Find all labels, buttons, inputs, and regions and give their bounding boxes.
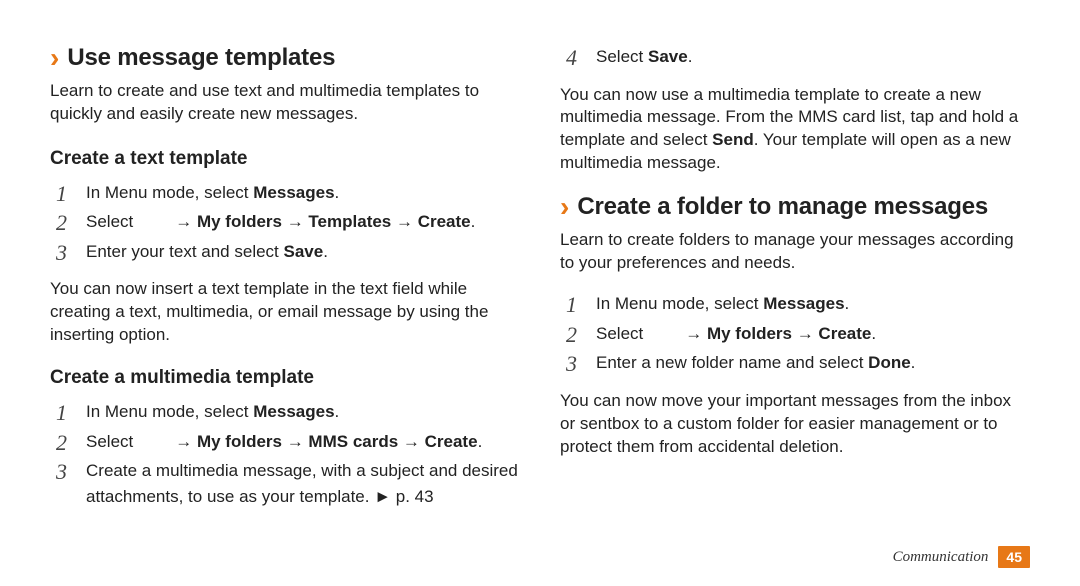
step-bold: Save bbox=[284, 242, 324, 261]
step-text: . bbox=[688, 47, 693, 66]
steps-create-folder: In Menu mode, select Messages. Select → M… bbox=[560, 287, 1030, 380]
step-bold: → My folders → Create bbox=[685, 324, 871, 343]
chevron-icon: › bbox=[560, 193, 569, 221]
step-item: In Menu mode, select Messages. bbox=[50, 180, 520, 206]
section-title-create-folder: › Create a folder to manage messages bbox=[560, 193, 1030, 221]
step-item: Select → My folders → Create. bbox=[560, 321, 1030, 347]
chevron-icon: › bbox=[50, 44, 59, 72]
step-text: . bbox=[845, 294, 850, 313]
step-text: . bbox=[871, 324, 876, 343]
subheading-text-template: Create a text template bbox=[50, 148, 520, 170]
subheading-mm-template: Create a multimedia template bbox=[50, 367, 520, 389]
steps-mm-template: In Menu mode, select Messages. Select → M… bbox=[50, 395, 520, 513]
para-bold: Send bbox=[712, 130, 754, 149]
step-bold: Save bbox=[648, 47, 688, 66]
step-text: . bbox=[335, 402, 340, 421]
step-text: Select bbox=[86, 432, 133, 451]
step-bold: → My folders → MMS cards → Create bbox=[175, 432, 477, 451]
step-bold: → My folders → Templates → Create bbox=[175, 212, 470, 231]
step-text: Enter a new folder name and select bbox=[596, 353, 868, 372]
left-column: › Use message templates Learn to create … bbox=[50, 40, 520, 556]
footer-page-number: 45 bbox=[998, 546, 1030, 568]
section-title-text: Create a folder to manage messages bbox=[577, 193, 988, 221]
step-text: Select bbox=[86, 212, 133, 231]
section-title-text: Use message templates bbox=[67, 44, 335, 72]
step-item: Select → My folders → MMS cards → Create. bbox=[50, 429, 520, 455]
step-item: Enter your text and select Save. bbox=[50, 239, 520, 265]
step-text: . bbox=[323, 242, 328, 261]
step-text: Create a multimedia message, with a subj… bbox=[86, 461, 518, 506]
step-bold: Messages bbox=[253, 183, 334, 202]
step-bold: Messages bbox=[763, 294, 844, 313]
step-text: Select bbox=[596, 324, 643, 343]
step-item: Create a multimedia message, with a subj… bbox=[50, 458, 520, 509]
step-text: . bbox=[335, 183, 340, 202]
step-text: In Menu mode, select bbox=[86, 183, 253, 202]
section-intro: Learn to create and use text and multime… bbox=[50, 80, 520, 126]
steps-text-template: In Menu mode, select Messages. Select → M… bbox=[50, 176, 520, 269]
step-text: . bbox=[911, 353, 916, 372]
step-text: . bbox=[471, 212, 476, 231]
steps-mm-template-cont: Select Save. bbox=[560, 40, 1030, 74]
step-bold: Messages bbox=[253, 402, 334, 421]
step-item: In Menu mode, select Messages. bbox=[50, 399, 520, 425]
step-item: Enter a new folder name and select Done. bbox=[560, 350, 1030, 376]
step-text: In Menu mode, select bbox=[86, 402, 253, 421]
manual-page: › Use message templates Learn to create … bbox=[0, 0, 1080, 586]
step-text: . bbox=[478, 432, 483, 451]
paragraph: You can now use a multimedia template to… bbox=[560, 84, 1030, 176]
step-text: In Menu mode, select bbox=[596, 294, 763, 313]
right-column: Select Save. You can now use a multimedi… bbox=[560, 40, 1030, 556]
step-item: Select → My folders → Templates → Create. bbox=[50, 209, 520, 235]
step-item: Select Save. bbox=[560, 44, 1030, 70]
section-intro: Learn to create folders to manage your m… bbox=[560, 229, 1030, 275]
page-footer: Communication 45 bbox=[893, 546, 1030, 568]
section-title-use-templates: › Use message templates bbox=[50, 44, 520, 72]
step-text: Select bbox=[596, 47, 648, 66]
step-item: In Menu mode, select Messages. bbox=[560, 291, 1030, 317]
step-bold: Done bbox=[868, 353, 911, 372]
footer-section-label: Communication bbox=[893, 549, 989, 566]
step-text: Enter your text and select bbox=[86, 242, 284, 261]
paragraph: You can now move your important messages… bbox=[560, 390, 1030, 459]
paragraph: You can now insert a text template in th… bbox=[50, 278, 520, 347]
